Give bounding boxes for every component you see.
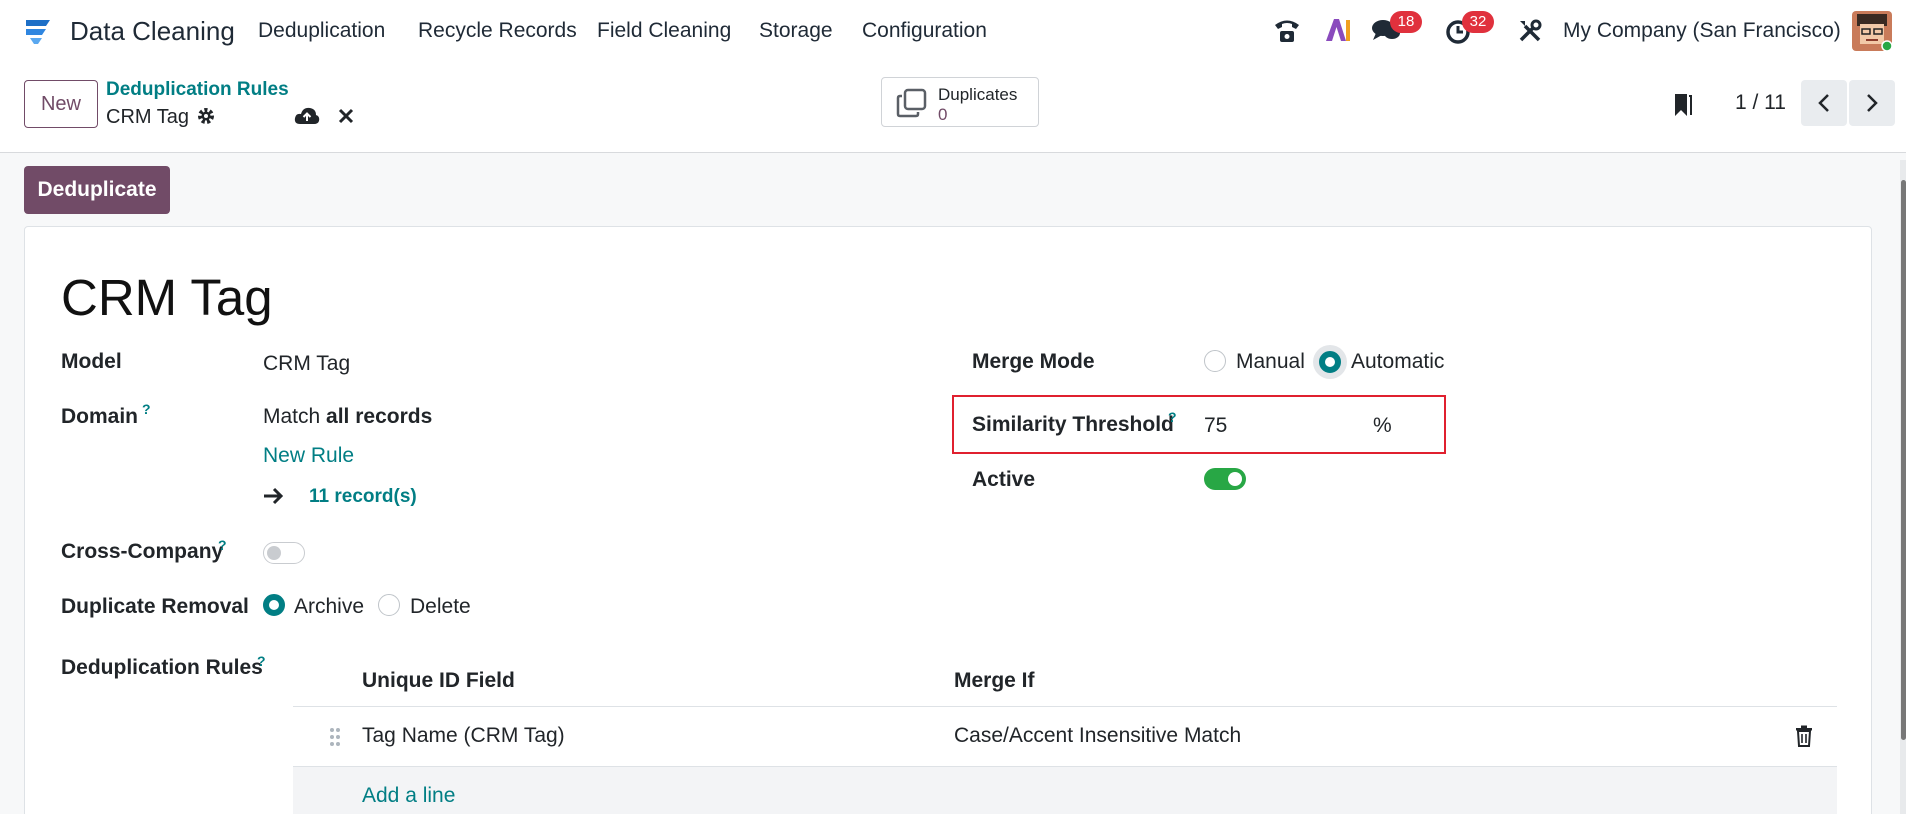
similarity-threshold-input[interactable]: 75 (1204, 414, 1227, 438)
top-navbar: Data Cleaning Deduplication Recycle Reco… (0, 0, 1906, 62)
archive-radio[interactable] (263, 594, 285, 616)
app-logo-icon[interactable] (24, 18, 54, 46)
breadcrumb-current: CRM Tag (106, 106, 189, 128)
new-rule-link[interactable]: New Rule (263, 444, 354, 468)
deduplication-rules-help-icon[interactable]: ? (257, 653, 266, 669)
automatic-radio[interactable] (1319, 351, 1341, 373)
save-cloud-icon[interactable] (294, 106, 320, 131)
arrow-right-icon (263, 487, 285, 510)
app-title[interactable]: Data Cleaning (70, 16, 235, 47)
delete-option-label[interactable]: Delete (410, 595, 471, 619)
chevron-left-icon (1816, 93, 1832, 118)
deduplicate-button[interactable]: Deduplicate (24, 166, 170, 214)
rule-merge-if-cell[interactable]: Case/Accent Insensitive Match (954, 724, 1241, 748)
chevron-right-icon (1864, 93, 1880, 118)
avatar[interactable] (1852, 11, 1893, 52)
table-row[interactable]: Tag Name (CRM Tag) Case/Accent Insensiti… (293, 707, 1837, 766)
menu-recycle-records[interactable]: Recycle Records (418, 19, 577, 43)
similarity-threshold-unit: % (1373, 414, 1392, 437)
domain-prefix: Match (263, 405, 321, 428)
archive-option-label[interactable]: Archive (294, 595, 364, 619)
automatic-option-label[interactable]: Automatic (1351, 350, 1444, 374)
column-header-unique-id-field[interactable]: Unique ID Field (362, 669, 515, 693)
gear-icon[interactable] (196, 106, 216, 131)
model-label: Model (61, 350, 122, 373)
domain-help-icon[interactable]: ? (142, 401, 151, 417)
model-value: CRM Tag (263, 352, 351, 375)
cross-company-help-icon[interactable]: ? (218, 537, 227, 553)
tools-icon[interactable] (1517, 18, 1543, 49)
duplicates-count: 0 (938, 105, 948, 124)
merge-mode-label: Merge Mode (972, 350, 1095, 373)
toggle-knob (267, 546, 281, 560)
similarity-threshold-label: Similarity Threshold (972, 413, 1174, 436)
phone-icon[interactable] (1272, 16, 1302, 49)
rule-field-cell[interactable]: Tag Name (CRM Tag) (362, 724, 565, 748)
pager-value[interactable]: 1 / 11 (1735, 91, 1786, 115)
scrollbar-thumb[interactable] (1901, 180, 1906, 740)
breadcrumb-parent-link[interactable]: Deduplication Rules (106, 79, 289, 101)
manual-radio[interactable] (1204, 350, 1226, 372)
column-header-merge-if[interactable]: Merge If (954, 669, 1035, 693)
domain-scope: all records (326, 405, 433, 428)
activities-badge: 32 (1462, 11, 1494, 33)
menu-deduplication[interactable]: Deduplication (258, 19, 385, 43)
cross-company-toggle[interactable] (263, 542, 305, 564)
discard-close-icon[interactable] (338, 108, 354, 129)
bookmark-icon[interactable] (1672, 91, 1694, 124)
delete-radio[interactable] (378, 594, 400, 616)
toggle-knob (1228, 472, 1242, 486)
similarity-threshold-help-icon[interactable]: ? (1168, 409, 1177, 425)
trash-icon[interactable] (1795, 725, 1813, 752)
menu-field-cleaning[interactable]: Field Cleaning (597, 19, 731, 43)
record-title[interactable]: CRM Tag (61, 268, 273, 327)
domain-label: Domain (61, 405, 139, 428)
messages-badge: 18 (1390, 11, 1422, 33)
duplicates-smart-button[interactable]: Duplicates 0 (881, 77, 1039, 127)
add-a-line-link[interactable]: Add a line (362, 784, 455, 808)
new-button[interactable]: New (24, 80, 98, 128)
duplicate-removal-label: Duplicate Removal (61, 595, 249, 618)
drag-handle-icon[interactable] (329, 727, 341, 752)
active-label: Active (972, 468, 1036, 491)
active-toggle[interactable] (1204, 468, 1246, 490)
pager-previous-button[interactable] (1801, 80, 1847, 126)
deduplication-rules-label: Deduplication Rules (61, 656, 263, 679)
duplicates-label: Duplicates (938, 85, 1018, 104)
manual-option-label[interactable]: Manual (1236, 350, 1305, 374)
pager-next-button[interactable] (1849, 80, 1895, 126)
ai-icon[interactable] (1324, 16, 1352, 49)
add-line-row: Add a line (293, 767, 1837, 814)
menu-storage[interactable]: Storage (759, 19, 833, 43)
cross-company-label: Cross-Company (61, 540, 224, 563)
copy-icon (896, 88, 928, 123)
record-count-link[interactable]: 11 record(s) (309, 486, 417, 508)
menu-configuration[interactable]: Configuration (862, 19, 987, 43)
domain-summary: Match all records (263, 405, 432, 429)
company-switcher[interactable]: My Company (San Francisco) (1563, 19, 1841, 43)
